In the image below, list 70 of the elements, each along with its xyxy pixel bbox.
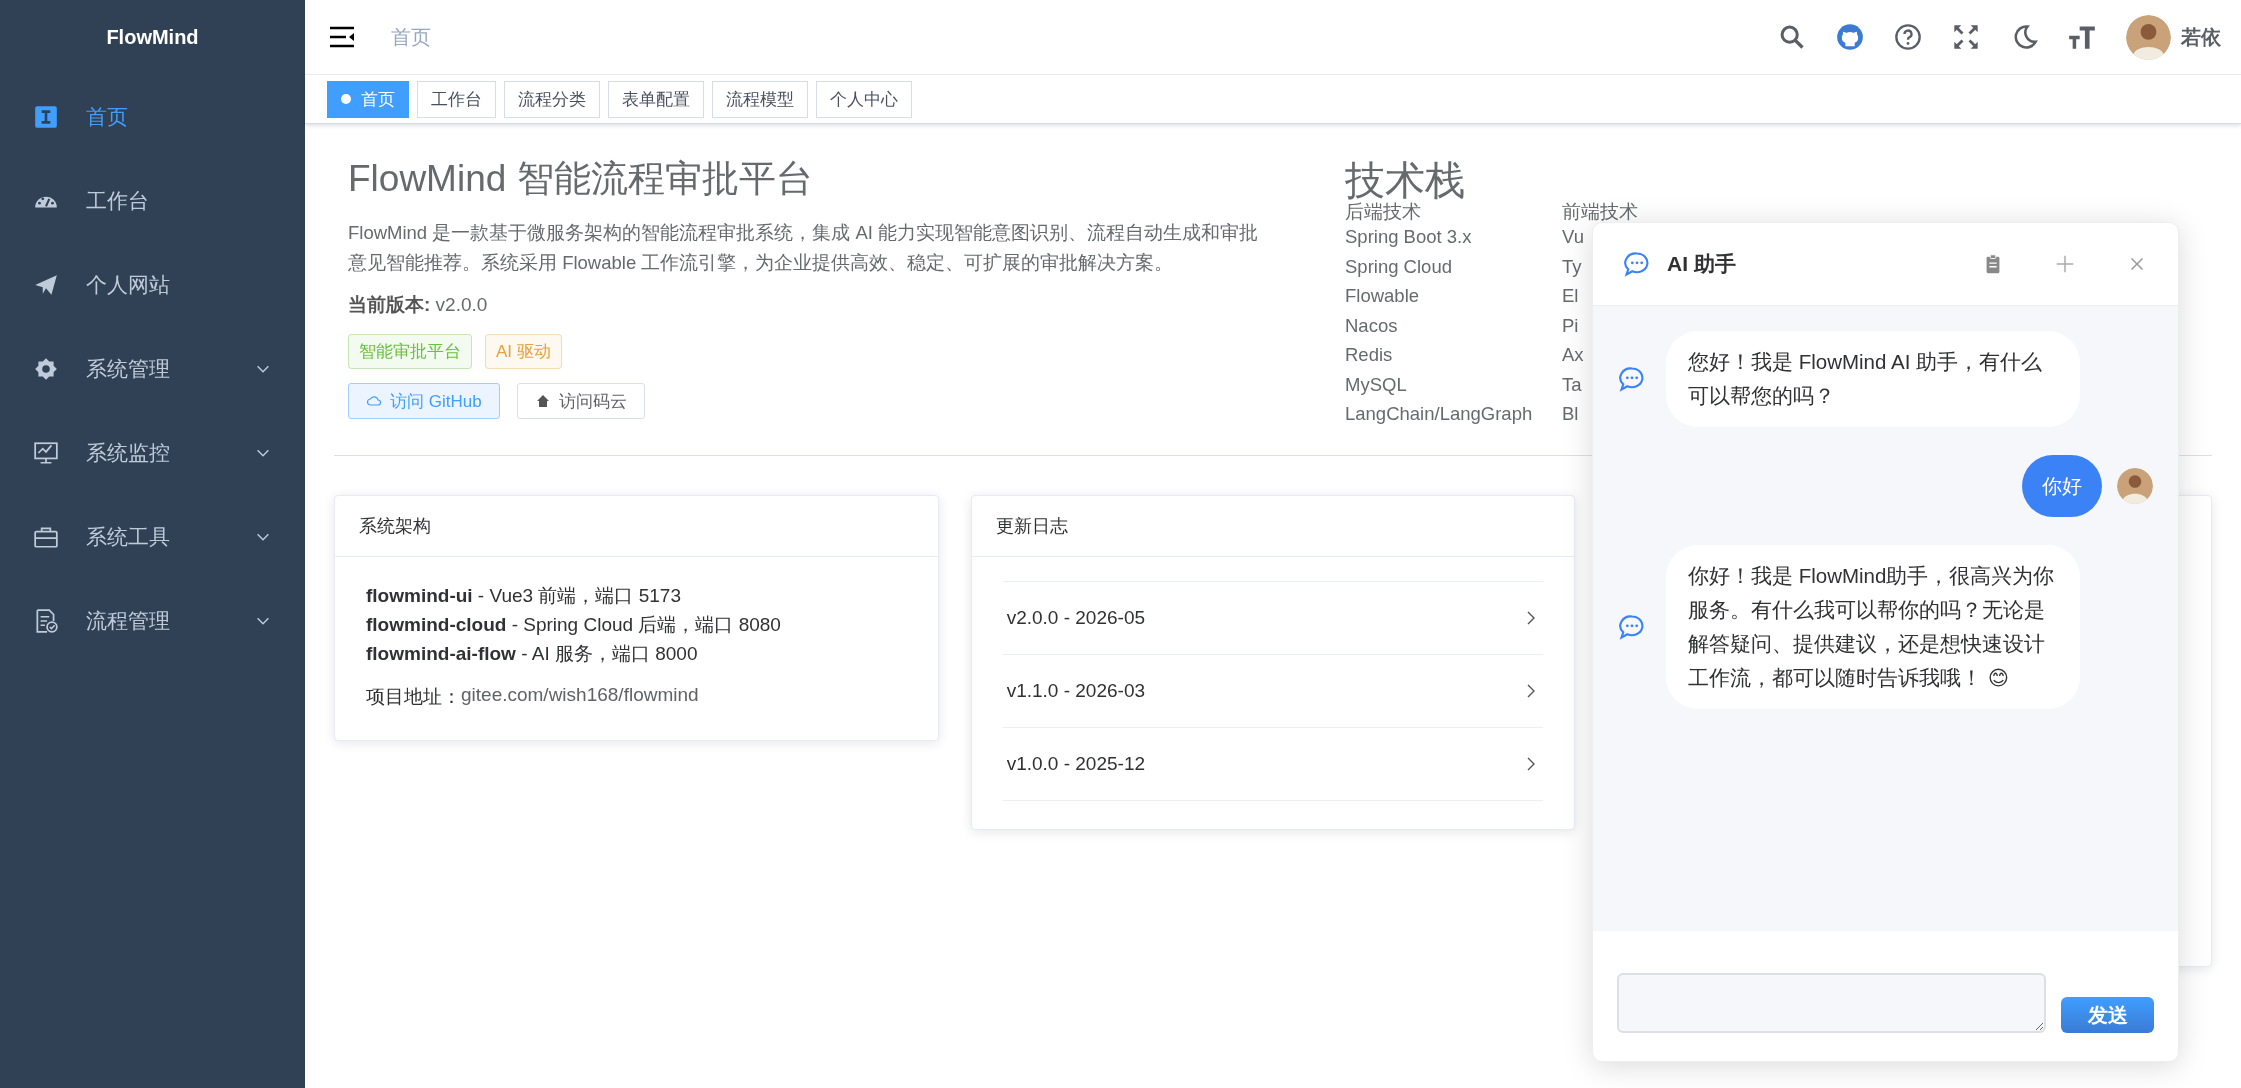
- chat-bubble-icon: [1623, 250, 1651, 278]
- page-title: FlowMind 智能流程审批平台: [348, 157, 814, 201]
- tech-item: El: [1562, 284, 1579, 308]
- link-button[interactable]: 访问码云: [516, 383, 645, 419]
- version-text: 当前版本: v2.0.0: [348, 293, 489, 317]
- tech-item: Nacos: [1345, 313, 1398, 338]
- address-link[interactable]: gitee.com/wish168/flowmind: [461, 683, 699, 710]
- service-line: flowmind-ai-flow - AI 服务，端口 8000: [366, 641, 699, 666]
- service-line: flowmind-ui - Vue3 前端，端口 5173: [366, 583, 682, 608]
- send-button[interactable]: 发送: [2061, 997, 2154, 1033]
- sidebar-item[interactable]: 工作台: [0, 159, 305, 243]
- tech-item: Ty: [1562, 254, 1582, 279]
- assistant-message: 你好！我是 FlowMind助手，很高兴为你服务。有什么我可以帮你的吗？无论是解答疑问、提供建议，还是想快速设计工作流，都可以随时告诉我哦！ 😊: [1666, 545, 2080, 709]
- card-title: 系统架构: [335, 495, 938, 557]
- document-icon: [33, 608, 59, 634]
- tech-item: Ax: [1562, 343, 1584, 367]
- page-tab[interactable]: 表单配置: [608, 80, 704, 118]
- changelog-item[interactable]: v1.1.0 - 2026-03: [1002, 654, 1544, 728]
- tech-item: LangChain/LangGraph: [1345, 402, 1533, 426]
- tech-item: Pi: [1562, 313, 1579, 338]
- message-input[interactable]: [1617, 973, 2047, 1033]
- page-tab[interactable]: 工作台: [417, 80, 496, 118]
- sidebar-item[interactable]: 系统管理: [0, 327, 305, 411]
- tech-item: Redis: [1345, 343, 1393, 367]
- sidebar-item[interactable]: 首页: [0, 75, 305, 159]
- user-name[interactable]: 若依: [2181, 23, 2221, 51]
- tag: AI 驱动: [485, 334, 562, 369]
- tech-item: Vu: [1562, 225, 1584, 249]
- column-heading: 前端技术: [1562, 202, 1638, 222]
- assistant-message: 您好！我是 FlowMind AI 助手，有什么可以帮您的吗？: [1666, 331, 2080, 427]
- help-icon[interactable]: [1894, 23, 1922, 51]
- tech-item: Spring Cloud: [1345, 254, 1452, 279]
- address-label: 项目地址：: [366, 684, 461, 709]
- avatar[interactable]: [2117, 468, 2153, 504]
- tech-item: MySQL: [1345, 372, 1407, 397]
- chat-bubble-icon: [1618, 365, 1646, 393]
- sidebar-item[interactable]: 流程管理: [0, 579, 305, 663]
- tech-item: Spring Boot 3.x: [1345, 225, 1472, 249]
- monitor-icon: [33, 440, 59, 466]
- sidebar-item[interactable]: 系统监控: [0, 411, 305, 495]
- tag: 智能审批平台: [348, 334, 472, 369]
- page-tab[interactable]: 个人中心: [816, 80, 912, 118]
- chat-title: AI 助手: [1667, 251, 1737, 277]
- tech-item: Bl: [1562, 402, 1579, 426]
- breadcrumb: 首页: [391, 24, 432, 50]
- github-icon[interactable]: [1836, 23, 1864, 51]
- column-heading: 后端技术: [1345, 202, 1421, 222]
- service-line: flowmind-cloud - Spring Cloud 后端，端口 8080: [366, 612, 782, 637]
- changelog-item[interactable]: v1.0.0 - 2025-12: [1002, 727, 1544, 801]
- menu-icon[interactable]: [329, 26, 355, 48]
- toolbox-icon: [33, 524, 59, 550]
- sidebar-item[interactable]: 个人网站: [0, 243, 305, 327]
- user-message: 你好: [2022, 455, 2102, 517]
- section-title: 技术栈: [1345, 158, 1466, 202]
- gear-icon: [33, 356, 59, 382]
- sidebar-item[interactable]: 系统工具: [0, 495, 305, 579]
- cloud-icon: [366, 393, 382, 409]
- info-icon: [33, 104, 59, 130]
- chat-bubble-icon: [1618, 613, 1646, 641]
- search-icon[interactable]: [1778, 23, 1806, 51]
- card-title: 更新日志: [971, 495, 1575, 557]
- tech-item: Ta: [1562, 372, 1582, 397]
- page-tab[interactable]: 流程模型: [712, 80, 808, 118]
- app-logo: FlowMind: [105, 25, 200, 50]
- avatar[interactable]: [2126, 14, 2171, 60]
- description: FlowMind 是一款基于微服务架构的智能流程审批系统，集成 AI 能力实现智能意图识别、流程自动生成和审批意见智能推荐。系统采用 Flowable 工作流引擎，为企业提供高效、稳定、可扩展的审批解决方案。: [348, 221, 1260, 275]
- changelog-item[interactable]: v2.0.0 - 2026-05: [1002, 580, 1544, 655]
- page-tab[interactable]: 流程分类: [504, 80, 600, 118]
- tech-item: Flowable: [1345, 284, 1420, 308]
- fullscreen-icon[interactable]: [1952, 23, 1980, 51]
